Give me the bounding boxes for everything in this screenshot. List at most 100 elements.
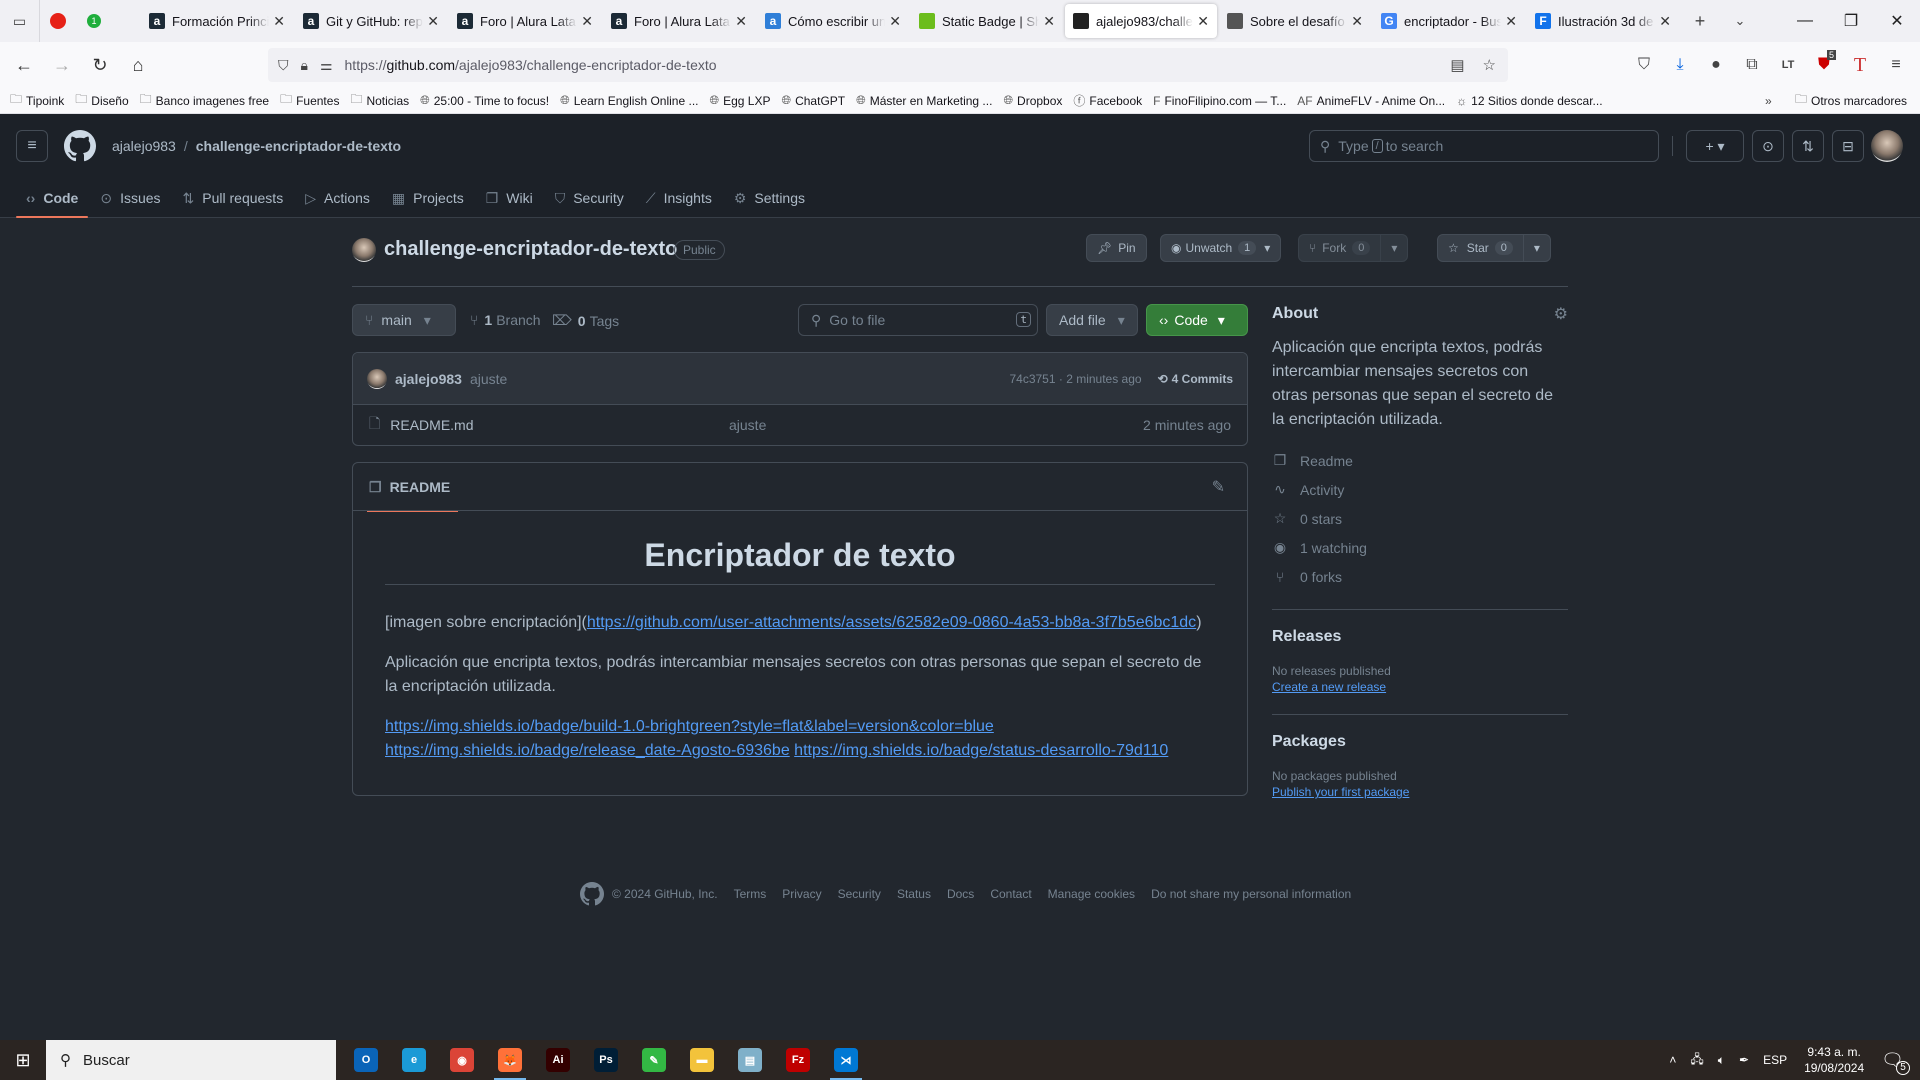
commit-hash-time[interactable]: 74c3751 · 2 minutes ago xyxy=(1009,372,1141,386)
tab-security[interactable]: ⛉ Security xyxy=(545,178,634,218)
show-hidden-icons[interactable]: ˄ xyxy=(1669,1053,1676,1067)
taskbar-app-illustrator[interactable]: Ai xyxy=(534,1040,582,1080)
close-tab-icon[interactable]: ✕ xyxy=(273,13,285,30)
file-row[interactable]: 🗋 README.md ajuste 2 minutes ago xyxy=(353,405,1247,445)
footer-link[interactable]: Privacy xyxy=(782,887,821,901)
browser-tab[interactable]: a Foro | Alura Latam ✕ xyxy=(603,4,755,38)
repo-link[interactable]: challenge-encriptador-de-texto xyxy=(196,138,401,154)
clock[interactable]: 9:43 a. m. 19/08/2024 xyxy=(1804,1044,1864,1076)
pinned-tab-whatsapp[interactable]: 1 xyxy=(76,0,112,42)
readme-tab[interactable]: ❐ README xyxy=(366,463,459,512)
bookmark-item[interactable]: 🌐︎ Egg LXP xyxy=(710,90,771,111)
create-release-link[interactable]: Create a new release xyxy=(1272,680,1386,694)
attachment-link[interactable]: https://github.com/user-attachments/asse… xyxy=(587,614,1196,631)
publish-package-link[interactable]: Publish your first package xyxy=(1272,785,1409,799)
close-tab-icon[interactable]: ✕ xyxy=(1351,13,1363,30)
more-bookmarks-icon[interactable]: » xyxy=(1765,94,1772,108)
browser-tab[interactable]: Gencriptador - Buscar✕ xyxy=(1373,4,1525,38)
commit-author[interactable]: ajalejo983 xyxy=(395,371,462,387)
file-name[interactable]: README.md xyxy=(390,417,473,433)
browser-tab[interactable]: ajalejo983/challenge✕ xyxy=(1065,4,1217,38)
list-all-tabs-button[interactable]: ⌄ xyxy=(1720,0,1760,42)
owner-link[interactable]: ajalejo983 xyxy=(112,138,176,154)
other-bookmarks[interactable]: 🗀 Otros marcadores xyxy=(1795,90,1907,111)
pin-button[interactable]: 📌︎ Pin xyxy=(1086,234,1147,262)
footer-link[interactable]: Docs xyxy=(947,887,974,901)
create-new-button[interactable]: + ▾ xyxy=(1686,130,1744,162)
close-tab-icon[interactable]: ✕ xyxy=(1197,13,1209,30)
close-tab-icon[interactable]: ✕ xyxy=(889,13,901,30)
unwatch-button[interactable]: ◉ Unwatch 1 ▾ xyxy=(1160,234,1282,262)
bookmark-item[interactable]: F FinoFilipino.com — T... xyxy=(1153,90,1286,111)
fork-button[interactable]: ⑂ Fork 0 ▾ xyxy=(1298,234,1409,262)
bookmark-item[interactable]: 🌐︎ Máster en Marketing ... xyxy=(856,90,992,111)
profile-extension-icon[interactable]: ● xyxy=(1698,50,1734,80)
star-button[interactable]: ☆ Star 0 ▾ xyxy=(1437,234,1551,262)
new-tab-button[interactable]: + xyxy=(1680,0,1720,42)
github-logo-icon[interactable] xyxy=(580,882,604,906)
taskbar-search[interactable]: ⚲ Buscar xyxy=(46,1040,336,1080)
bookmark-item[interactable]: AF AnimeFLV - Anime On... xyxy=(1297,90,1445,111)
start-button[interactable]: ⊞ xyxy=(0,1040,46,1080)
browser-tab[interactable]: a Cómo escribir un ✕ xyxy=(757,4,909,38)
user-avatar[interactable] xyxy=(1871,130,1903,162)
footer-link[interactable]: Do not share my personal information xyxy=(1151,887,1351,901)
forward-button[interactable]: → xyxy=(44,47,80,83)
bookmark-item[interactable]: ☼ 12 Sitios donde descar... xyxy=(1456,90,1602,111)
footer-link[interactable]: Security xyxy=(838,887,881,901)
about-item[interactable]: ∿ Activity xyxy=(1272,475,1568,504)
releases-heading[interactable]: Releases xyxy=(1272,628,1568,646)
notifications-icon[interactable]: 🗨︎ 5 xyxy=(1881,1050,1910,1075)
tab-wiki[interactable]: ❐ Wiki xyxy=(476,178,543,218)
reload-button[interactable]: ↻ xyxy=(82,47,118,83)
browser-tab[interactable]: Static Badge | Shields✕ xyxy=(911,4,1063,38)
about-item[interactable]: ❐ Readme xyxy=(1272,446,1568,475)
badge-link-release[interactable]: https://img.shields.io/badge/release_dat… xyxy=(385,742,790,759)
browser-tab[interactable]: F Ilustración 3d de f ✕ xyxy=(1527,4,1679,38)
tab-pull-requests[interactable]: ⇅ Pull requests xyxy=(173,178,294,218)
taskbar-app-vscode[interactable]: ⋊ xyxy=(822,1040,870,1080)
about-item[interactable]: ☆ 0 stars xyxy=(1272,504,1568,533)
close-tab-icon[interactable]: ✕ xyxy=(1659,13,1671,30)
tab-insights[interactable]: ⟋ Insights xyxy=(636,178,722,218)
fork-dropdown[interactable]: ▾ xyxy=(1380,235,1407,261)
badge-link-status[interactable]: https://img.shields.io/badge/status-desa… xyxy=(794,742,1168,759)
back-button[interactable]: ← xyxy=(6,47,42,83)
browser-tab[interactable]: a Git y GitHub: repo ✕ xyxy=(295,4,447,38)
repo-title[interactable]: challenge-encriptador-de-texto xyxy=(384,238,677,261)
browser-tab[interactable]: a Foro | Alura Latam ✕ xyxy=(449,4,601,38)
bookmark-item[interactable]: 🗀 Tipoink xyxy=(10,90,64,111)
tab-overview-button[interactable]: ▭ xyxy=(0,0,40,42)
commit-message[interactable]: ajuste xyxy=(470,371,507,387)
download-icon[interactable]: ⤓ xyxy=(1662,50,1698,80)
bookmark-item[interactable]: 🗀 Banco imagenes free xyxy=(140,90,269,111)
menu-button[interactable]: ≡ xyxy=(16,130,48,162)
menu-icon[interactable]: ≡ xyxy=(1878,50,1914,80)
footer-link[interactable]: Contact xyxy=(990,887,1031,901)
network-icon[interactable]: 🖧︎ xyxy=(1690,1050,1703,1071)
taskbar-app-outlook[interactable]: O xyxy=(342,1040,390,1080)
taskbar-app-notes[interactable]: ✎ xyxy=(630,1040,678,1080)
close-tab-icon[interactable]: ✕ xyxy=(735,13,747,30)
file-commit-message[interactable]: ajuste xyxy=(729,417,766,433)
taskbar-app-firefox[interactable]: 🦊 xyxy=(486,1040,534,1080)
taskbar-app-edge[interactable]: e xyxy=(390,1040,438,1080)
packages-heading[interactable]: Packages xyxy=(1272,733,1568,751)
go-to-file-input[interactable]: ⚲ Go to file t xyxy=(798,304,1038,336)
pen-icon[interactable]: ✒ xyxy=(1739,1053,1749,1067)
pull-requests-button[interactable]: ⇅ xyxy=(1792,130,1824,162)
home-button[interactable]: ⌂ xyxy=(120,47,156,83)
search-input[interactable]: ⚲ Type / to search xyxy=(1309,130,1659,162)
bookmark-item[interactable]: 🌐︎ Dropbox xyxy=(1003,90,1062,111)
taskbar-app-notepad[interactable]: ▤ xyxy=(726,1040,774,1080)
bookmark-item[interactable]: ⓕ Facebook xyxy=(1073,90,1142,111)
footer-link[interactable]: Status xyxy=(897,887,931,901)
ublock-icon[interactable]: ⛊ 5 xyxy=(1806,50,1842,80)
gear-icon[interactable]: ⚙ xyxy=(1554,304,1568,324)
footer-link[interactable]: Manage cookies xyxy=(1048,887,1135,901)
taskbar-app-chrome[interactable]: ◉ xyxy=(438,1040,486,1080)
code-button[interactable]: ‹› Code ▾ xyxy=(1146,304,1248,336)
pocket-icon[interactable]: ⛉ xyxy=(1626,50,1662,80)
taskbar-app-photoshop[interactable]: Ps xyxy=(582,1040,630,1080)
bookmark-star-icon[interactable]: ☆ xyxy=(1483,56,1496,74)
